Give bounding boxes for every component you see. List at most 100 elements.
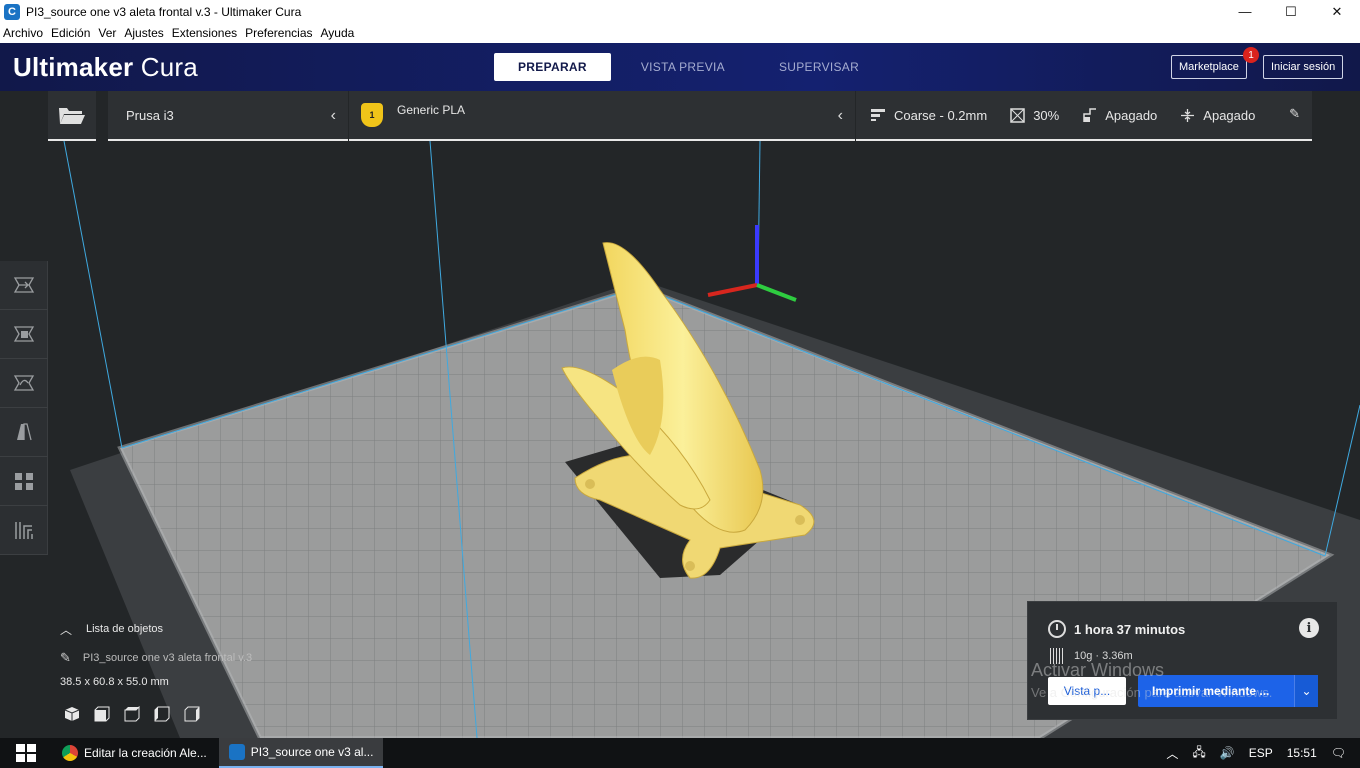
profile-setting: Coarse - 0.2mm <box>870 107 987 123</box>
pencil-icon: ✎ <box>60 650 71 665</box>
printer-selector[interactable]: Prusa i3 ‹ <box>108 91 348 141</box>
support-label: Apagado <box>1105 107 1158 123</box>
cube-right-icon <box>184 706 200 722</box>
rotate-icon <box>13 375 35 391</box>
language-indicator[interactable]: ESP <box>1249 746 1273 760</box>
cura-icon <box>228 744 245 760</box>
menu-preferencias[interactable]: Preferencias <box>245 26 312 40</box>
move-icon <box>13 277 35 293</box>
minimize-button[interactable]: — <box>1222 0 1268 23</box>
profile-label: Coarse - 0.2mm <box>894 107 988 123</box>
material-selector[interactable]: 1 Generic PLA ‹ <box>349 91 855 141</box>
print-time-row: 1 hora 37 minutos <box>1048 620 1185 638</box>
support-blocker-icon <box>15 522 33 539</box>
maximize-button[interactable]: ☐ <box>1268 0 1314 23</box>
view-right-button[interactable] <box>182 704 202 724</box>
clock-icon <box>1048 620 1066 638</box>
object-dimensions: 38.5 x 60.8 x 55.0 mm <box>60 676 169 688</box>
network-icon[interactable]: 🖧 <box>1192 743 1205 764</box>
rotate-tool[interactable] <box>0 359 48 408</box>
infill-setting: 30% <box>1009 107 1059 123</box>
tab-preparar[interactable]: PREPARAR <box>494 53 611 81</box>
logo-bold: Ultimaker <box>13 52 134 82</box>
material-name: Generic PLA <box>397 103 466 117</box>
cura-header: Ultimaker Cura PREPARAR VISTA PREVIA SUP… <box>0 43 1360 91</box>
menu-edicion[interactable]: Edición <box>51 26 90 40</box>
activation-watermark-subtitle: Ve a Configuración para activar Windows. <box>1031 685 1273 700</box>
print-options-dropdown[interactable]: ⌄ <box>1294 675 1318 707</box>
object-row[interactable]: ✎ PI3_source one v3 aleta frontal v.3 <box>60 649 252 667</box>
scale-tool[interactable] <box>0 310 48 359</box>
cube-front-icon <box>94 706 110 722</box>
object-list-toggle[interactable]: ︿ Lista de objetos <box>60 620 252 638</box>
printer-name: Prusa i3 <box>126 107 174 123</box>
window-controls: — ☐ ✕ <box>1222 0 1360 23</box>
chevron-down-icon: ⌄ <box>1301 684 1312 698</box>
support-blocker-tool[interactable] <box>0 506 48 555</box>
chevron-left-icon: ‹ <box>330 107 336 124</box>
mirror-icon <box>17 423 32 441</box>
volume-icon[interactable]: 🔊 <box>1220 746 1235 760</box>
taskbar-cura[interactable]: PI3_source one v3 al... <box>218 738 384 768</box>
menu-ver[interactable]: Ver <box>98 26 116 40</box>
view-top-button[interactable] <box>122 704 142 724</box>
chevron-left-icon: ‹ <box>837 107 843 124</box>
stage-tabs: PREPARAR VISTA PREVIA SUPERVISAR <box>494 53 889 81</box>
chevron-up-icon: ︿ <box>60 622 73 637</box>
per-model-settings-tool[interactable] <box>0 457 48 506</box>
ultimaker-cura-logo: Ultimaker Cura <box>13 52 198 83</box>
task-view-button[interactable] <box>0 738 52 768</box>
pencil-icon: ✎ <box>1289 106 1300 121</box>
taskbar-cura-label: PI3_source one v3 al... <box>250 745 374 759</box>
cube-left-icon <box>154 706 170 722</box>
extruder-badge-icon: 1 <box>361 103 383 127</box>
tray-clock[interactable]: 15:51 <box>1287 746 1317 760</box>
logo-light: Cura <box>140 52 198 82</box>
info-icon[interactable]: i <box>1299 618 1319 638</box>
infill-icon <box>1009 107 1025 123</box>
task-view-icon <box>16 744 36 762</box>
view-orientation-buttons <box>62 704 212 724</box>
object-list-label: Lista de objetos <box>86 623 164 635</box>
menu-ajustes[interactable]: Ajustes <box>124 26 163 40</box>
print-settings-selector[interactable]: Coarse - 0.2mm 30% Apagado Apagado ✎ <box>856 91 1312 141</box>
folder-icon <box>59 108 85 124</box>
per-model-icon <box>15 473 33 490</box>
tool-column <box>0 261 48 555</box>
object-name: PI3_source one v3 aleta frontal v.3 <box>82 652 253 664</box>
menu-bar: Archivo Edición Ver Ajustes Extensiones … <box>0 23 1360 43</box>
cura-app-icon: C <box>4 3 20 20</box>
mirror-tool[interactable] <box>0 408 48 457</box>
close-button[interactable]: ✕ <box>1314 0 1360 23</box>
adhesion-setting: Apagado <box>1179 107 1255 123</box>
cube-top-icon <box>124 706 140 722</box>
windows-taskbar: Editar la creación Ale... PI3_source one… <box>0 738 1360 768</box>
adhesion-icon <box>1179 107 1195 123</box>
window-title: PI3_source one v3 aleta frontal v.3 - Ul… <box>26 4 302 19</box>
marketplace-notification-badge: 1 <box>1243 47 1259 63</box>
system-tray: ︿ 🖧 🔊 ESP 15:51 🗨 <box>1166 738 1360 768</box>
tab-supervisar[interactable]: SUPERVISAR <box>755 53 883 81</box>
open-file-button[interactable] <box>48 91 96 141</box>
menu-extensiones[interactable]: Extensiones <box>172 26 237 40</box>
view-3d-button[interactable] <box>62 704 82 724</box>
marketplace-button[interactable]: Marketplace <box>1171 55 1247 79</box>
taskbar-chrome[interactable]: Editar la creación Ale... <box>52 738 217 768</box>
activation-watermark-title: Activar Windows <box>1031 660 1165 680</box>
support-setting: Apagado <box>1081 107 1157 123</box>
chevron-up-icon[interactable]: ︿ <box>1166 745 1178 762</box>
adhesion-label: Apagado <box>1203 107 1256 123</box>
print-time: 1 hora 37 minutos <box>1074 621 1186 637</box>
support-icon <box>1081 107 1097 123</box>
notifications-icon[interactable]: 🗨 <box>1331 746 1346 760</box>
view-left-button[interactable] <box>152 704 172 724</box>
taskbar-chrome-label: Editar la creación Ale... <box>84 746 207 760</box>
tab-vista-previa[interactable]: VISTA PREVIA <box>617 53 749 81</box>
view-front-button[interactable] <box>92 704 112 724</box>
chrome-icon <box>62 745 78 761</box>
menu-archivo[interactable]: Archivo <box>3 26 43 40</box>
signin-button[interactable]: Iniciar sesión <box>1263 55 1344 79</box>
cube-3d-icon <box>64 707 80 721</box>
menu-ayuda[interactable]: Ayuda <box>321 26 355 40</box>
move-tool[interactable] <box>0 261 48 310</box>
